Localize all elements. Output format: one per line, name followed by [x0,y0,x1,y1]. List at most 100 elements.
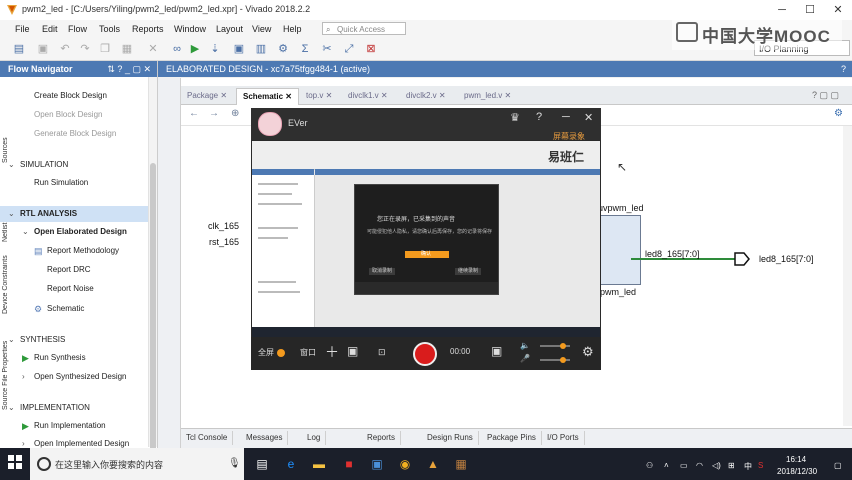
zoom-in-icon[interactable]: ⊕ [231,108,239,119]
speaker-volume-slider[interactable] [540,343,570,349]
camera-icon[interactable]: ⊡ [378,347,386,358]
store-icon[interactable]: ▣ [368,455,386,473]
recorder-username[interactable]: EVer [288,118,308,128]
close-icon[interactable]: ✕ [584,111,593,124]
nav-run-synthesis[interactable]: ▶ Run Synthesis [0,350,148,366]
menu-window[interactable]: Window [174,24,206,34]
nav-run-implementation[interactable]: ▶ Run Implementation [0,418,148,434]
tab-package[interactable]: Package ✕ [181,88,233,104]
program-device-icon[interactable]: ▣ [232,42,246,56]
quick-access-input[interactable]: ⌕ Quick Access [322,22,406,35]
antivirus-icon[interactable]: S [758,461,763,470]
minimize-icon[interactable]: ─ [562,111,570,123]
output-port-symbol[interactable] [734,252,750,266]
nav-report-drc[interactable]: Report DRC [0,262,148,278]
nav-create-block-design[interactable]: Create Block Design [0,88,148,104]
side-tab-netlist[interactable]: Netlist [2,214,20,250]
edge-browser-icon[interactable]: e [282,455,300,473]
ime-icon[interactable]: ⊞ [728,461,735,470]
tab-divclk1-v[interactable]: divclk1.v ✕ [342,88,394,104]
input-port-rst[interactable]: rst_165 [209,237,239,247]
flow-navigator-header-icons[interactable]: ⇅ ? _ ▢ ✕ [107,61,151,77]
cancel-icon[interactable]: ⊠ [364,42,378,56]
chip-icon[interactable]: ▥ [254,42,268,56]
menu-help[interactable]: Help [283,24,302,34]
wifi-icon[interactable]: ◠ [696,461,703,470]
module-instance-name[interactable]: uvpwm_led [598,203,644,213]
input-port-clk[interactable]: clk_165 [208,221,239,231]
volume-icon[interactable]: ◁) [712,461,721,470]
tab-reports[interactable]: Reports [362,431,402,445]
undo-icon[interactable]: ↶ [58,42,72,56]
tab-messages[interactable]: Messages [241,431,289,445]
taskbar-search-box[interactable]: 在这里输入你要搜索的内容 🎙 [30,448,244,480]
windows-start-icon[interactable] [6,455,24,473]
menu-edit[interactable]: Edit [42,24,58,34]
crown-icon[interactable]: ♛ [510,111,520,124]
nav-section-simulation[interactable]: ⌄ SIMULATION [0,157,148,173]
menu-reports[interactable]: Reports [132,24,164,34]
tab-design-runs[interactable]: Design Runs [422,431,479,445]
nav-run-simulation[interactable]: Run Simulation [0,175,148,191]
screenshot-icon[interactable]: ▣ [491,344,502,358]
clock-time[interactable]: 16:14 [786,455,806,464]
link-icon[interactable]: ∞ [170,42,184,56]
show-hidden-icons[interactable]: ˄ [664,461,669,470]
tab-top-v[interactable]: top.v ✕ [300,88,338,104]
speaker-icon[interactable]: 🔈 [520,341,530,350]
delete-icon[interactable]: ✕ [146,42,160,56]
cut-icon[interactable]: ✂ [320,42,334,56]
nav-section-rtl-analysis[interactable]: ⌄ RTL ANALYSIS [0,206,148,222]
redo-icon[interactable]: ↷ [78,42,92,56]
forward-arrow-icon[interactable]: → [209,108,219,119]
menu-view[interactable]: View [252,24,271,34]
editor-scrollbar[interactable] [843,126,852,426]
chrome-icon[interactable]: ◉ [396,455,414,473]
menu-layout[interactable]: Layout [216,24,243,34]
tab-log[interactable]: Log [302,431,327,445]
confirm-button[interactable]: 确认 [405,251,449,258]
microphone-icon[interactable]: 🎤 [520,354,530,363]
settings-gear-icon[interactable]: ⚙ [834,108,843,119]
microphone-volume-slider[interactable] [540,357,570,363]
region-icon[interactable]: ▣ [347,344,358,358]
tab-schematic[interactable]: Schematic ✕ [236,88,299,105]
avatar[interactable] [258,112,282,136]
step-icon[interactable]: ⇣ [208,42,222,56]
paste-icon[interactable]: ▦ [120,42,134,56]
tab-divclk2-v[interactable]: divclk2.v ✕ [400,88,452,104]
task-view-icon[interactable]: ▤ [253,455,271,473]
stop-recording-button[interactable]: 取消录制 [369,268,395,275]
window-mode-button[interactable]: 窗口 [300,347,316,358]
tab-io-ports[interactable]: I/O Ports [542,431,585,445]
tab-package-pins[interactable]: Package Pins [482,431,542,445]
nav-open-implemented-design[interactable]: › Open Implemented Design [0,436,148,448]
save-icon[interactable]: ▣ [36,42,50,56]
flow-navigator-scrollbar[interactable] [148,77,157,463]
nav-open-elaborated-design[interactable]: ⌄ Open Elaborated Design [0,224,148,240]
continue-recording-button[interactable]: 继续录制 [455,268,481,275]
microphone-icon[interactable]: 🎙 [228,458,241,469]
nav-report-methodology[interactable]: ▤ Report Methodology [0,243,148,259]
app-red-icon[interactable]: ■ [340,455,358,473]
pwm-led-module-box[interactable] [596,215,641,285]
new-project-icon[interactable]: ▤ [12,42,26,56]
help-icon[interactable]: ? [536,111,542,123]
tab-pwm-led-v[interactable]: pwm_led.v ✕ [458,88,517,104]
back-arrow-icon[interactable]: ← [189,108,199,119]
file-explorer-icon[interactable]: ▬ [310,455,328,473]
fullscreen-mode-button[interactable]: 全屏 [258,347,274,358]
nav-open-synthesized-design[interactable]: › Open Synthesized Design [0,369,148,385]
menu-file[interactable]: File [15,24,30,34]
add-icon[interactable]: ＋ [325,342,339,362]
nav-open-block-design[interactable]: Open Block Design [0,107,148,123]
clock-date[interactable]: 2018/12/30 [777,467,817,476]
record-button[interactable] [413,342,437,366]
network-icon[interactable]: ▭ [680,461,688,470]
side-tab-source-file-properties[interactable]: Source File Properties [2,335,20,415]
side-tab-device-constraints[interactable]: Device Constraints [2,250,20,320]
maximize-icon[interactable]: ⤢ [342,42,356,56]
people-icon[interactable]: ⚇ [646,461,653,470]
input-language-indicator[interactable]: 中 [744,461,752,472]
nav-section-implementation[interactable]: ⌄ IMPLEMENTATION [0,400,148,416]
